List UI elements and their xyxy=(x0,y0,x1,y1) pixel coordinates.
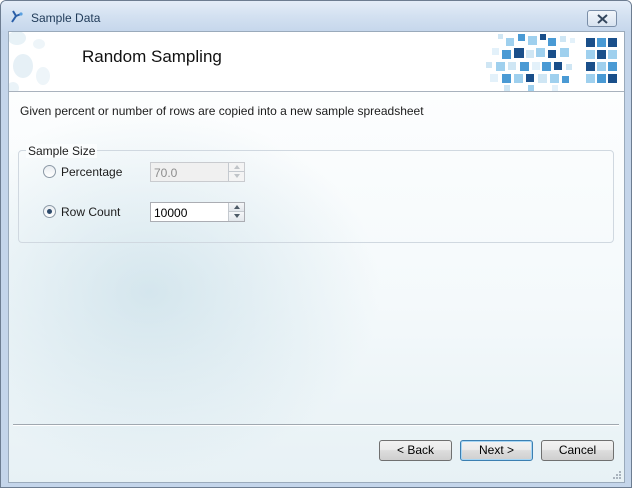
arrow-down-icon xyxy=(234,214,240,218)
row-count-label: Row Count xyxy=(61,205,121,219)
wizard-banner: Random Sampling xyxy=(9,32,624,92)
row-count-value: 10000 xyxy=(154,206,188,220)
row-count-spin-down[interactable] xyxy=(228,212,244,221)
back-button[interactable]: < Back xyxy=(379,440,452,461)
description-text: Given percent or number of rows are copi… xyxy=(20,104,424,118)
arrow-up-icon xyxy=(234,165,240,169)
percentage-label: Percentage xyxy=(61,165,123,179)
cancel-button[interactable]: Cancel xyxy=(541,440,614,461)
row-count-spinner[interactable]: 10000 xyxy=(150,202,245,222)
percentage-spin-up[interactable] xyxy=(228,163,244,172)
app-wizard-icon xyxy=(11,10,23,23)
resize-grip-icon[interactable] xyxy=(612,470,622,480)
close-button[interactable] xyxy=(587,10,617,27)
percentage-value: 70.0 xyxy=(154,166,178,180)
bubble-decoration xyxy=(9,32,50,91)
next-button[interactable]: Next > xyxy=(460,440,533,461)
arrow-down-icon xyxy=(234,174,240,178)
row-count-radio[interactable] xyxy=(43,205,56,218)
title-bar[interactable]: Sample Data xyxy=(1,1,631,31)
button-separator xyxy=(13,424,619,426)
percentage-spin-down[interactable] xyxy=(228,172,244,181)
close-icon xyxy=(597,14,608,24)
window-title: Sample Data xyxy=(31,11,101,25)
sample-size-group: Sample Size Percentage 70.0 Row Count 10… xyxy=(18,144,614,243)
arrow-up-icon xyxy=(234,205,240,209)
pixel-mosaic-graphic xyxy=(486,34,617,91)
wizard-client-area: Random Sampling Given percent or number … xyxy=(8,31,625,483)
page-title: Random Sampling xyxy=(82,47,222,66)
percentage-radio[interactable] xyxy=(43,165,56,178)
row-count-spin-up[interactable] xyxy=(228,203,244,212)
sample-data-dialog: Sample Data Random Sampling Given percen… xyxy=(0,0,632,488)
percentage-spinner[interactable]: 70.0 xyxy=(150,162,245,182)
group-legend: Sample Size xyxy=(26,144,98,158)
